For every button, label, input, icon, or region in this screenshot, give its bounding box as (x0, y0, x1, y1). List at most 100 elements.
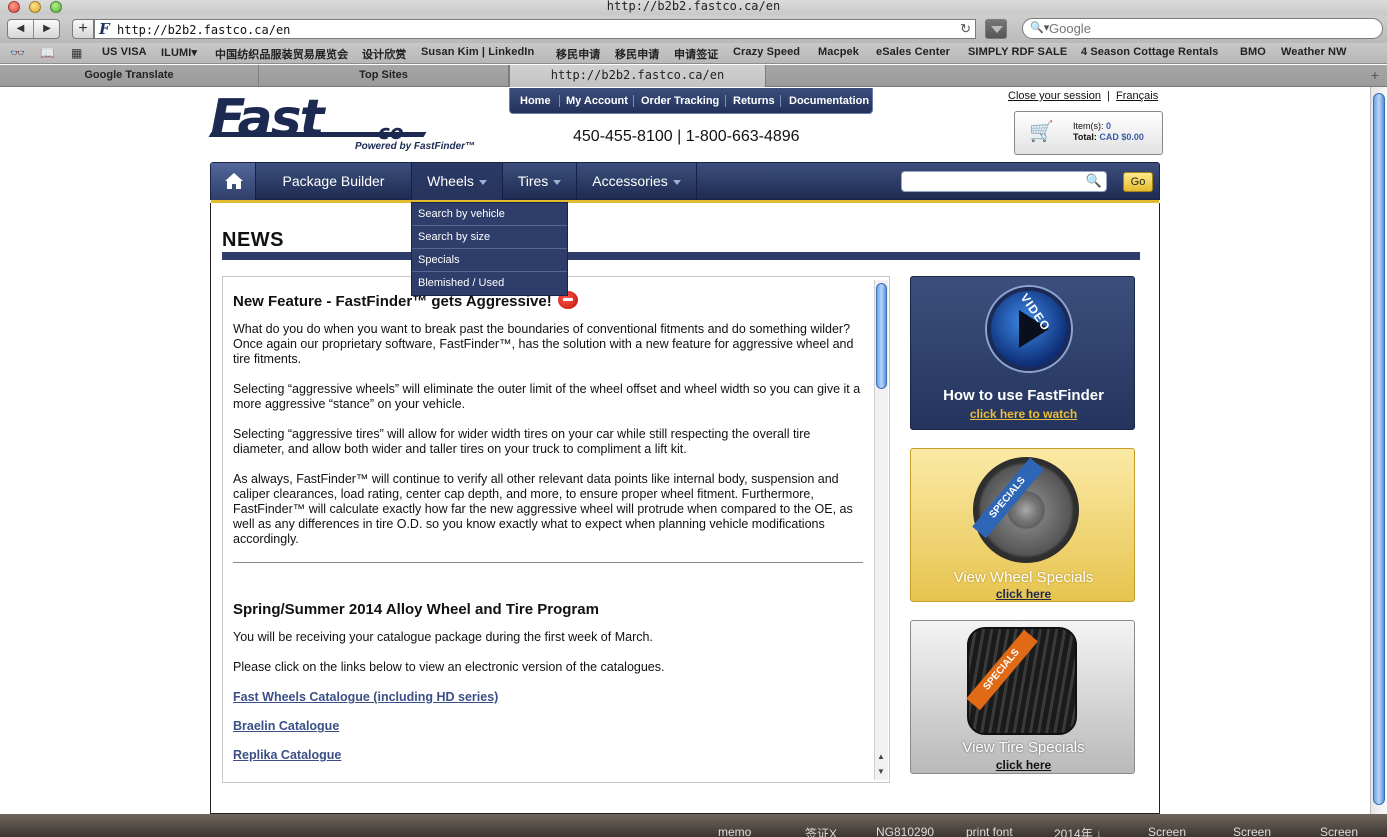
bookmark-item[interactable]: 设计欣赏 (362, 46, 406, 62)
fastco-logo[interactable]: Fast co Powered by FastFinder™ (208, 93, 490, 156)
bookmark-item[interactable]: 4 Season Cottage Rentals (1081, 46, 1219, 58)
nav-returns-link[interactable]: Returns (733, 95, 775, 107)
bookmark-item[interactable]: 中国纺织品服装贸易展览会 (215, 46, 348, 62)
menu-item-specials[interactable]: Specials (412, 249, 567, 272)
bookmark-item[interactable]: Susan Kim | LinkedIn (421, 46, 534, 58)
cart-items: Item(s): 0 (1073, 121, 1111, 131)
site-favicon-icon: F (99, 20, 110, 38)
bookmark-item[interactable]: ILUMI▾ (161, 46, 197, 59)
browser-search-input[interactable] (1049, 21, 1369, 36)
nav-wheels[interactable]: Wheels (412, 163, 503, 200)
home-button[interactable] (211, 163, 256, 200)
nav-package-builder-label: Package Builder (282, 173, 385, 189)
news-scrollbar[interactable]: ▲ ▼ (874, 280, 888, 780)
close-session-link[interactable]: Close your session (1008, 90, 1101, 102)
tab-top-sites[interactable]: Top Sites (259, 65, 509, 87)
cart-total-value: CAD $0.00 (1099, 132, 1144, 142)
article-paragraph: What do you do when you want to break pa… (233, 322, 854, 366)
nav-package-builder[interactable]: Package Builder (256, 163, 412, 200)
wheel-specials-caption: View Wheel Specials (953, 569, 1094, 586)
tire-specials-link[interactable]: click here (911, 758, 1134, 772)
address-text[interactable]: http://b2b2.fastco.ca/en (117, 23, 290, 37)
bookmark-item[interactable]: US VISA (102, 46, 147, 58)
grid-icon[interactable]: ▦ (71, 46, 82, 60)
scroll-down-icon[interactable]: ▼ (877, 767, 885, 776)
bookmarks-bar: 👓 📖 ▦ US VISA ILUMI▾ 中国纺织品服装贸易展览会 设计欣赏 S… (0, 43, 1387, 64)
search-icon[interactable]: 🔍 (1086, 173, 1102, 189)
wheel-specials-card[interactable]: SPECIALS View Wheel Specials click here (910, 448, 1135, 602)
tire-specials-card[interactable]: SPECIALS View Tire Specials click here (910, 620, 1135, 774)
video-caption: How to use FastFinder (943, 387, 1104, 404)
news-scroll-panel[interactable]: New Feature - FastFinder™ gets Aggressiv… (222, 276, 890, 783)
nav-accessories[interactable]: Accessories (577, 163, 697, 200)
tab-google-translate[interactable]: Google Translate (0, 65, 259, 87)
cart-items-count: 0 (1106, 121, 1112, 131)
cart-icon: 🛒 (1029, 121, 1054, 143)
book-icon[interactable]: 📖 (40, 46, 55, 60)
desktop-file-label[interactable]: NG810290 (876, 825, 934, 837)
bookmark-item[interactable]: Macpek (818, 46, 859, 58)
nav-documentation-link[interactable]: Documentation (789, 95, 869, 107)
nav-tires[interactable]: Tires (503, 163, 577, 200)
bookmark-item[interactable]: 移民申请 (556, 46, 600, 62)
catalogue-link-replika[interactable]: Replika Catalogue (233, 748, 863, 763)
reading-glasses-icon[interactable]: 👓 (10, 46, 25, 60)
desktop-file-label[interactable]: Screen (1148, 825, 1186, 837)
page-scrollbar[interactable] (1370, 87, 1387, 814)
news-scrollbar-thumb[interactable] (876, 283, 887, 389)
language-link[interactable]: Français (1116, 90, 1158, 102)
cart-total: Total: CAD $0.00 (1073, 132, 1144, 142)
back-button[interactable]: ◀ (8, 20, 34, 38)
bookmark-item[interactable]: 申请签证 (674, 46, 718, 62)
bookmark-item[interactable]: eSales Center (876, 46, 950, 58)
reload-icon[interactable]: ↻ (960, 21, 971, 37)
nav-order-tracking-link[interactable]: Order Tracking (641, 95, 719, 107)
forward-button[interactable]: ▶ (34, 20, 60, 38)
menu-item-search-by-size[interactable]: Search by size (412, 226, 567, 249)
nav-my-account-link[interactable]: My Account (566, 95, 628, 107)
desktop-dock: memo 签证X NG810290 print font 2014年 ↓ Scr… (0, 814, 1387, 837)
desktop-file-label[interactable]: 签证X (805, 825, 837, 837)
catalogue-link-fast-wheels[interactable]: Fast Wheels Catalogue (including HD seri… (233, 690, 863, 705)
shopping-cart[interactable]: 🛒 Item(s): 0 Total: CAD $0.00 (1014, 111, 1163, 155)
wheels-dropdown-menu: Search by vehicle Search by size Special… (411, 202, 568, 296)
bookmark-item[interactable]: Crazy Speed (733, 46, 800, 58)
bookmark-item[interactable]: 移民申请 (615, 46, 659, 62)
chevron-down-icon (672, 179, 681, 185)
tab-fastco[interactable]: http://b2b2.fastco.ca/en (509, 65, 766, 87)
cart-items-label: Item(s): (1073, 121, 1104, 131)
nav-home-link[interactable]: Home (520, 95, 551, 107)
wheel-specials-link[interactable]: click here (911, 587, 1134, 601)
go-button[interactable]: Go (1123, 172, 1153, 192)
new-tab-icon[interactable]: + (1371, 67, 1379, 83)
desktop-file-label[interactable]: Screen (1233, 825, 1271, 837)
article-divider (233, 562, 863, 563)
article-paragraph: Selecting “aggressive wheels” will elimi… (233, 382, 861, 411)
add-bookmark-button[interactable]: + (72, 19, 94, 39)
video-promo-card[interactable]: VIDEO How to use FastFinder click here t… (910, 276, 1135, 430)
browser-search-box[interactable]: 🔍▾ (1022, 18, 1383, 39)
window-title: http://b2b2.fastco.ca/en (606, 0, 781, 13)
video-link[interactable]: click here to watch (911, 407, 1134, 421)
catalogue-link-braelin[interactable]: Braelin Catalogue (233, 719, 863, 734)
article-paragraph: As always, FastFinder™ will continue to … (233, 472, 853, 546)
scroll-up-icon[interactable]: ▲ (877, 752, 885, 761)
article-paragraph: You will be receiving your catalogue pac… (233, 630, 653, 644)
bookmark-item[interactable]: BMO (1240, 46, 1266, 58)
desktop-file-label[interactable]: print font (966, 825, 1013, 837)
snapback-button[interactable] (985, 19, 1007, 39)
bookmark-item[interactable]: SIMPLY RDF SALE (968, 46, 1067, 58)
address-bar[interactable]: F http://b2b2.fastco.ca/en ↻ (94, 19, 976, 39)
menu-item-search-by-vehicle[interactable]: Search by vehicle (412, 203, 567, 226)
page-title: NEWS (222, 229, 284, 251)
desktop-file-label[interactable]: 2014年 ↓ (1054, 825, 1102, 837)
bookmark-item[interactable]: Weather NW (1281, 46, 1347, 58)
site-search-box[interactable]: 🔍 (901, 171, 1107, 192)
site-search-input[interactable] (908, 174, 1088, 189)
nav-divider (633, 95, 634, 107)
desktop-file-label[interactable]: memo (718, 825, 751, 837)
page-scrollbar-thumb[interactable] (1373, 93, 1385, 805)
desktop-file-label[interactable]: Screen (1320, 825, 1358, 837)
menu-item-blemished-used[interactable]: Blemished / Used (412, 272, 567, 295)
news-content: New Feature - FastFinder™ gets Aggressiv… (233, 291, 863, 777)
